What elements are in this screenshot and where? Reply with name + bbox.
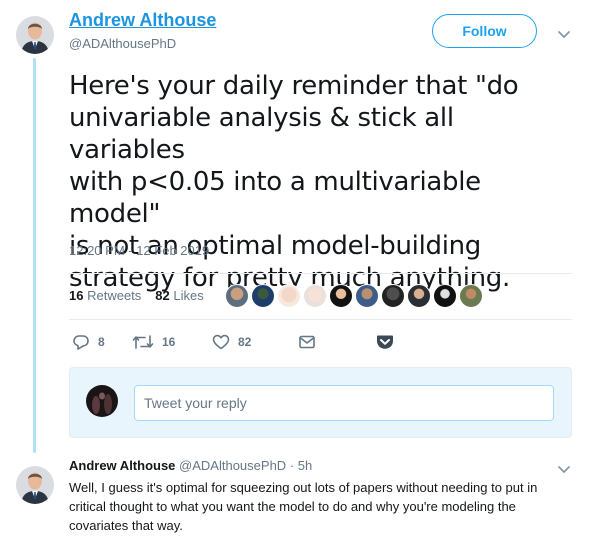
tweet-text-line: with p<0.05 into a multivariable model" — [69, 167, 481, 229]
liker-avatar[interactable] — [433, 284, 457, 308]
liker-avatar[interactable] — [329, 284, 353, 308]
pocket-icon — [376, 334, 394, 350]
retweets-stat[interactable]: 16 Retweets — [69, 288, 141, 303]
tweet-text: Here's your daily reminder that "do univ… — [69, 70, 569, 294]
reply-author-name[interactable]: Andrew Althouse — [69, 458, 175, 473]
retweets-label: Retweets — [87, 288, 142, 303]
tweet-timestamp[interactable]: 12:20 PM - 12 Feb 2019 — [69, 243, 209, 258]
retweet-icon — [132, 334, 154, 350]
reply-author-avatar[interactable] — [16, 466, 54, 504]
liker-avatar[interactable] — [251, 284, 275, 308]
reply-header: Andrew Althouse @ADAlthousePhD · 5h — [69, 458, 312, 473]
reply-author-handle: @ADAlthousePhD — [179, 458, 287, 473]
like-count: 82 — [238, 335, 252, 349]
likes-count: 82 — [155, 288, 170, 303]
liker-avatar[interactable] — [459, 284, 483, 308]
liker-avatar[interactable] — [303, 284, 327, 308]
like-action[interactable]: 82 — [212, 334, 298, 350]
likers-avatars — [225, 284, 483, 308]
tweet-text-line: univariable analysis & stick all variabl… — [69, 103, 454, 165]
liker-avatar[interactable] — [277, 284, 301, 308]
envelope-icon — [298, 334, 316, 350]
reply-time[interactable]: 5h — [298, 458, 312, 473]
reply-input[interactable]: Tweet your reply — [134, 385, 554, 421]
thread-connector-line — [33, 58, 36, 453]
liker-avatar[interactable] — [225, 284, 249, 308]
pocket-save-action[interactable] — [376, 334, 394, 350]
follow-button[interactable]: Follow — [432, 14, 537, 48]
tweet-text-line: Here's your daily reminder that "do — [69, 71, 519, 101]
reply-action[interactable]: 8 — [72, 333, 132, 351]
reply-icon — [72, 333, 90, 351]
heart-icon — [212, 334, 230, 350]
retweets-count: 16 — [69, 288, 84, 303]
current-user-avatar[interactable] — [86, 385, 118, 417]
tweet-actions: 8 16 82 — [72, 333, 394, 351]
chevron-down-icon[interactable] — [557, 462, 571, 473]
likes-label: Likes — [173, 288, 204, 303]
author-avatar[interactable] — [16, 16, 54, 54]
divider — [69, 273, 572, 274]
engagement-stats: 16 Retweets 82 Likes — [69, 288, 204, 303]
author-name[interactable]: Andrew Althouse — [69, 10, 216, 31]
liker-avatar[interactable] — [355, 284, 379, 308]
reply-text: Well, I guess it's optimal for squeezing… — [69, 480, 538, 533]
direct-message-action[interactable] — [298, 334, 376, 350]
liker-avatar[interactable] — [381, 284, 405, 308]
chevron-down-icon[interactable] — [557, 27, 571, 38]
likes-stat[interactable]: 82 Likes — [155, 288, 203, 303]
retweet-action[interactable]: 16 — [132, 334, 212, 350]
reply-count: 8 — [98, 335, 105, 349]
reply-separator: · — [289, 458, 295, 473]
divider — [69, 319, 572, 320]
liker-avatar[interactable] — [407, 284, 431, 308]
retweet-count: 16 — [162, 335, 176, 349]
author-handle: @ADAlthousePhD — [69, 36, 177, 51]
